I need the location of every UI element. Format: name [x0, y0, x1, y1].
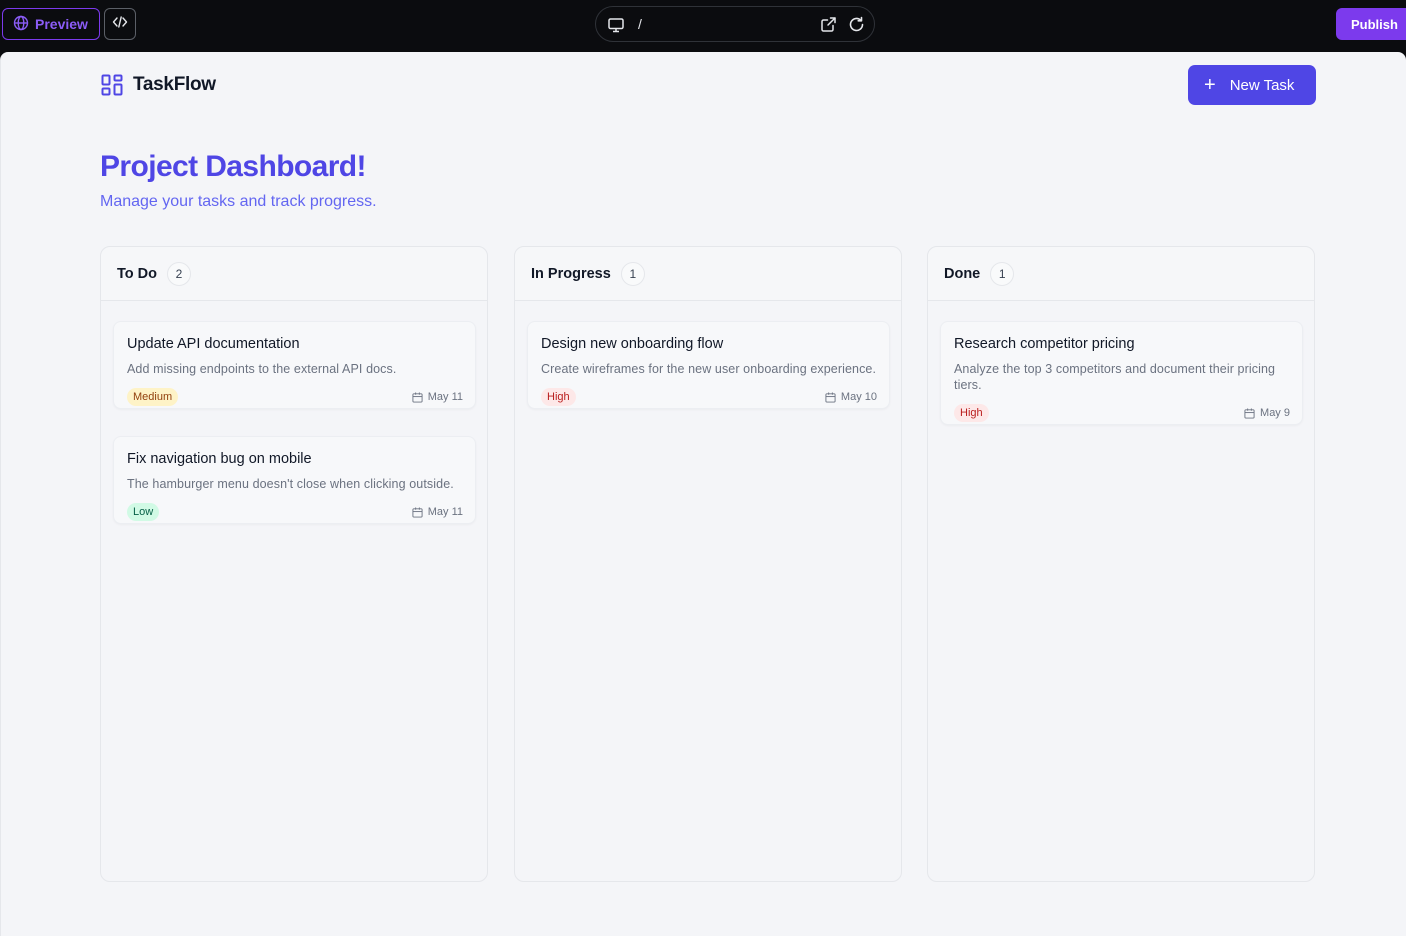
task-description: The hamburger menu doesn't close when cl… — [127, 477, 454, 491]
plus-icon: + — [1204, 74, 1216, 96]
url-path[interactable]: / — [638, 16, 642, 32]
external-link-icon[interactable] — [820, 16, 837, 38]
code-view-button[interactable] — [104, 8, 136, 40]
column-header: Done 1 — [928, 247, 1314, 301]
column-count-badge: 2 — [167, 261, 191, 286]
task-title: Research competitor pricing — [954, 336, 1135, 352]
column-done: Done 1 Research competitor pricing Analy… — [927, 246, 1315, 882]
column-count-badge: 1 — [620, 261, 645, 286]
task-footer: Medium May 11 — [127, 386, 463, 408]
due-date-label: May 11 — [427, 506, 463, 518]
new-task-label: New Task — [1229, 76, 1295, 94]
due-date-label: May 9 — [1260, 407, 1290, 419]
column-title: Done — [944, 265, 981, 282]
task-card[interactable]: Fix navigation bug on mobile The hamburg… — [113, 436, 476, 524]
task-footer: High May 9 — [954, 402, 1290, 424]
task-description: Add missing endpoints to the external AP… — [127, 362, 397, 376]
due-date-label: May 11 — [427, 391, 463, 403]
column-header: In Progress 1 — [515, 247, 901, 301]
reload-icon[interactable] — [848, 16, 865, 38]
due-date: May 10 — [825, 391, 877, 403]
column-in-progress: In Progress 1 Design new onboarding flow… — [514, 246, 902, 882]
task-card[interactable]: Update API documentation Add missing end… — [113, 321, 476, 409]
column-title: In Progress — [531, 265, 611, 282]
new-task-button[interactable]: + New Task — [1188, 65, 1316, 105]
calendar-icon — [412, 391, 423, 403]
column-count-badge: 1 — [990, 261, 1015, 286]
task-footer: High May 10 — [541, 386, 877, 408]
app-preview: TaskFlow + New Task Project Dashboard! M… — [0, 52, 1406, 936]
due-date: May 11 — [412, 506, 463, 518]
code-icon — [112, 15, 128, 34]
dashboard-grid-icon — [101, 74, 123, 96]
due-date: May 11 — [412, 391, 463, 403]
globe-icon — [13, 15, 29, 34]
url-bar[interactable]: / — [595, 6, 875, 42]
brand[interactable]: TaskFlow — [101, 74, 216, 96]
calendar-icon — [1244, 407, 1255, 419]
task-footer: Low May 11 — [127, 501, 463, 523]
column-todo: To Do 2 Update API documentation Add mis… — [100, 246, 488, 882]
priority-badge: Medium — [127, 388, 179, 406]
calendar-icon — [825, 391, 836, 403]
monitor-icon[interactable] — [607, 16, 625, 39]
preview-label: Preview — [35, 16, 88, 32]
task-title: Fix navigation bug on mobile — [127, 451, 312, 467]
column-title: To Do — [117, 265, 157, 282]
task-card[interactable]: Design new onboarding flow Create wirefr… — [527, 321, 890, 409]
priority-badge: High — [541, 388, 576, 406]
calendar-icon — [412, 506, 423, 518]
priority-badge: Low — [127, 503, 160, 521]
due-date: May 9 — [1244, 407, 1290, 419]
task-title: Update API documentation — [127, 336, 300, 352]
editor-toolbar: Preview / Publish — [0, 0, 1406, 48]
publish-button[interactable]: Publish — [1336, 8, 1406, 40]
task-description: Create wireframes for the new user onboa… — [541, 362, 877, 376]
task-description: Analyze the top 3 competitors and docume… — [954, 362, 1276, 392]
page-title: Project Dashboard! — [100, 150, 367, 183]
task-card[interactable]: Research competitor pricing Analyze the … — [940, 321, 1303, 425]
column-header: To Do 2 — [101, 247, 487, 301]
preview-button[interactable]: Preview — [2, 8, 100, 40]
priority-badge: High — [954, 404, 989, 422]
due-date-label: May 10 — [840, 391, 877, 403]
brand-name: TaskFlow — [133, 74, 216, 95]
page-subtitle: Manage your tasks and track progress. — [100, 193, 377, 210]
task-title: Design new onboarding flow — [541, 336, 724, 352]
